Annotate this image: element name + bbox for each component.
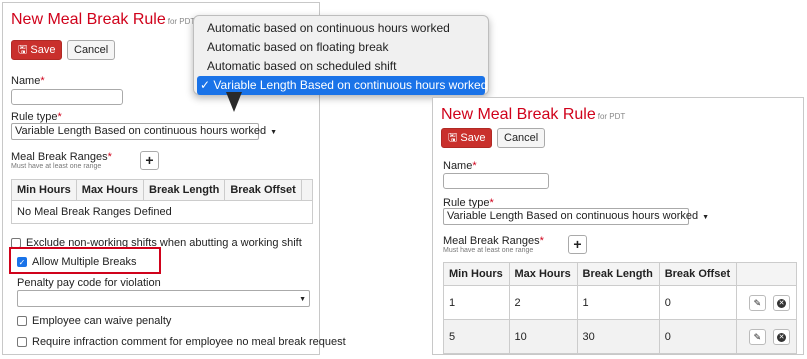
penalty-select[interactable]: ▼ xyxy=(17,290,310,307)
right-rule-panel: New Meal Break Rule for PDT 🖫 Save Cancel … xyxy=(432,97,804,355)
ranges-label: Meal Break Ranges* xyxy=(11,151,112,163)
infraction-checkbox[interactable] xyxy=(17,337,27,347)
column-header-actions xyxy=(736,262,797,286)
column-header: Break Offset xyxy=(658,262,738,286)
table-row: 1 2 1 0 ✎ ✕ xyxy=(443,285,797,320)
infraction-comment-option[interactable]: Require infraction comment for employee … xyxy=(17,336,346,348)
check-icon: ✓ xyxy=(200,78,211,92)
table-header-row: Min Hours Max Hours Break Length Break O… xyxy=(11,179,313,201)
ranges-table: Min Hours Max Hours Break Length Break O… xyxy=(443,262,797,354)
column-header: Break Offset xyxy=(224,179,302,201)
cell-break-offset: 0 xyxy=(658,285,738,320)
column-header: Min Hours xyxy=(11,179,77,201)
page-title: New Meal Break Rule for PDT xyxy=(441,106,626,123)
chevron-down-icon: ▼ xyxy=(702,214,710,221)
chevron-down-icon: ▼ xyxy=(270,129,278,136)
dropdown-option[interactable]: Automatic based on scheduled shift xyxy=(194,57,488,76)
chevron-down-icon: ▼ xyxy=(299,296,306,303)
save-icon: 🖫 xyxy=(448,132,458,144)
name-field[interactable] xyxy=(443,173,549,189)
column-header: Break Length xyxy=(143,179,226,201)
column-header: Break Length xyxy=(576,262,660,286)
cell-break-length: 1 xyxy=(576,285,660,320)
save-button[interactable]: 🖫 Save xyxy=(441,128,493,148)
pointer-arrow-icon xyxy=(226,92,242,112)
name-field[interactable] xyxy=(11,89,123,105)
cancel-button[interactable]: Cancel xyxy=(67,40,116,60)
save-button[interactable]: 🖫 Save xyxy=(11,40,63,60)
delete-button[interactable]: ✕ xyxy=(773,294,790,311)
close-circle-icon: ✕ xyxy=(777,298,786,308)
rule-type-select[interactable]: Variable Length Based on continuous hour… xyxy=(11,123,277,140)
cell-max-hours: 10 xyxy=(508,319,578,354)
edit-button[interactable]: ✎ xyxy=(748,294,766,311)
save-icon: 🖫 xyxy=(18,44,28,56)
empty-ranges-message: No Meal Break Ranges Defined xyxy=(11,200,313,224)
pencil-icon: ✎ xyxy=(753,297,762,308)
plus-icon: + xyxy=(573,236,582,252)
ranges-hint: Must have at least one range xyxy=(11,163,102,170)
column-header: Min Hours xyxy=(443,262,510,286)
penalty-label: Penalty pay code for violation xyxy=(17,277,161,289)
add-range-button[interactable]: + xyxy=(568,235,587,254)
column-header: Max Hours xyxy=(75,179,145,201)
edit-button[interactable]: ✎ xyxy=(748,328,766,345)
ranges-hint: Must have at least one range xyxy=(443,247,534,254)
cell-min-hours: 1 xyxy=(443,285,510,320)
dropdown-option[interactable]: Automatic based on floating break xyxy=(194,38,488,57)
rule-type-dropdown-menu: Automatic based on continuous hours work… xyxy=(193,15,489,95)
plus-icon: + xyxy=(145,152,154,168)
cell-break-offset: 0 xyxy=(658,319,738,354)
add-range-button[interactable]: + xyxy=(140,151,159,170)
pencil-icon: ✎ xyxy=(753,331,762,342)
column-header-actions xyxy=(300,179,313,201)
rule-type-select[interactable]: Variable Length Based on continuous hour… xyxy=(443,208,709,225)
cancel-button[interactable]: Cancel xyxy=(497,128,546,148)
table-row: No Meal Break Ranges Defined xyxy=(11,200,313,224)
delete-button[interactable]: ✕ xyxy=(773,328,790,345)
name-label: Name* xyxy=(443,160,477,172)
row-actions: ✎ ✕ xyxy=(736,285,797,320)
waive-penalty-option[interactable]: Employee can waive penalty xyxy=(17,315,171,327)
page-title: New Meal Break Rule for PDT xyxy=(11,11,196,28)
close-circle-icon: ✕ xyxy=(777,332,786,342)
ranges-label: Meal Break Ranges* xyxy=(443,235,544,247)
name-label: Name* xyxy=(11,75,45,87)
waive-checkbox[interactable] xyxy=(17,316,27,326)
dropdown-option[interactable]: Automatic based on continuous hours work… xyxy=(194,19,488,38)
cell-max-hours: 2 xyxy=(508,285,578,320)
ranges-table: Min Hours Max Hours Break Length Break O… xyxy=(11,179,313,224)
highlight-box xyxy=(9,247,161,274)
row-actions: ✎ ✕ xyxy=(736,319,797,354)
column-header: Max Hours xyxy=(508,262,578,286)
table-header-row: Min Hours Max Hours Break Length Break O… xyxy=(443,262,797,286)
cell-min-hours: 5 xyxy=(443,319,510,354)
table-row: 5 10 30 0 ✎ ✕ xyxy=(443,319,797,354)
cell-break-length: 30 xyxy=(576,319,660,354)
rule-type-label: Rule type* xyxy=(11,111,62,123)
